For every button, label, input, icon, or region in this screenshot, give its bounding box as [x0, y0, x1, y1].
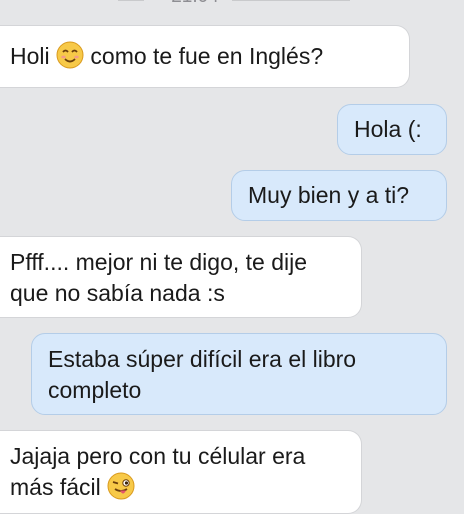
message-text-line: Estaba súper difícil era el libro	[48, 346, 357, 372]
message-text-line: que no sabía nada :s	[10, 280, 225, 306]
outgoing-message-bubble[interactable]: Hola (:	[337, 104, 447, 155]
smiling-face-icon	[56, 41, 84, 69]
timestamp-separator: 21:04	[0, 0, 464, 12]
message-timestamp: 21:04	[160, 0, 230, 8]
timestamp-divider-right	[232, 0, 350, 1]
winking-tongue-face-icon	[107, 472, 135, 500]
message-text-line: Pfff.... mejor ni te digo, te dije	[10, 249, 308, 275]
timestamp-divider-left	[118, 0, 144, 1]
incoming-message-bubble[interactable]: Pfff.... mejor ni te digo, te dije que n…	[0, 236, 362, 318]
message-text: Muy bien y a ti?	[248, 182, 410, 208]
message-text-line: completo	[48, 377, 142, 403]
outgoing-message-bubble[interactable]: Muy bien y a ti?	[231, 170, 447, 221]
incoming-message-bubble[interactable]: Jajaja pero con tu célular era más fácil	[0, 430, 362, 514]
message-text-line: Jajaja pero con tu célular era	[10, 443, 306, 469]
message-text-line: más fácil	[10, 472, 361, 503]
message-text-continued: como te fue en Inglés?	[84, 43, 324, 69]
message-text: más fácil	[10, 474, 108, 500]
message-text: Holi	[10, 43, 57, 69]
incoming-message-bubble[interactable]: Holi como te fue en Inglés?	[0, 25, 410, 88]
outgoing-message-bubble[interactable]: Estaba súper difícil era el libro comple…	[31, 333, 447, 415]
message-text: Hola (:	[354, 116, 422, 142]
